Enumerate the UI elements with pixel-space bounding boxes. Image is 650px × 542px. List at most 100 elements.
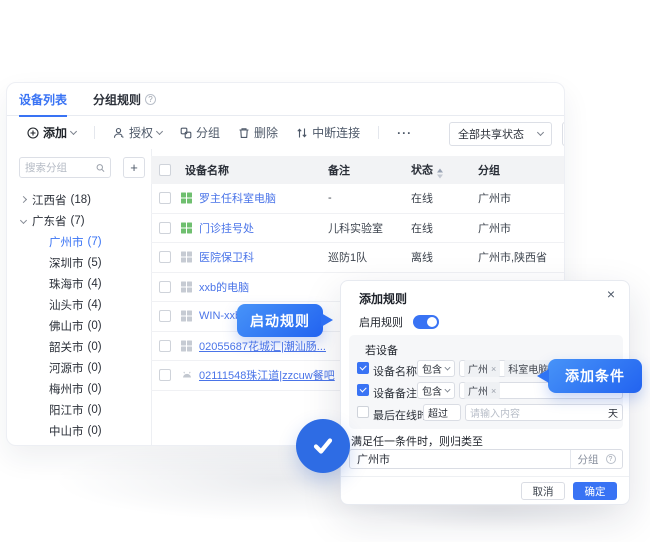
- chevron-down-icon: [70, 127, 77, 134]
- tab-group-rules[interactable]: 分组规则 ?: [93, 83, 156, 116]
- android-icon: [181, 370, 193, 380]
- confirm-button[interactable]: 确定: [573, 482, 617, 500]
- device-name-link[interactable]: 02111548珠江道|zzcuw餐吧: [199, 367, 335, 383]
- callout-tail-left: [537, 369, 549, 383]
- days-suffix: 天: [608, 405, 618, 420]
- tree-node-heyuan[interactable]: 河源市(0): [7, 357, 151, 378]
- tree-node-shaoguan[interactable]: 韶关市(0): [7, 336, 151, 357]
- target-group-field: 分组 ?: [349, 449, 623, 469]
- input-placeholder: 请输入内容: [470, 405, 520, 420]
- group-text: 广州市: [478, 190, 511, 206]
- group-button[interactable]: 分组: [180, 124, 220, 141]
- col-note: 备注: [328, 162, 350, 178]
- device-name-link[interactable]: xxb的电脑: [199, 279, 249, 295]
- device-name-link[interactable]: 门诊挂号处: [199, 220, 254, 236]
- status-text: 离线: [411, 249, 433, 265]
- row-checkbox[interactable]: [159, 369, 171, 381]
- windows-icon: [181, 222, 192, 233]
- add-condition-callout: 添加条件: [548, 359, 642, 393]
- tag: 广州×: [464, 360, 500, 377]
- tree-node-foshan[interactable]: 佛山市(0): [7, 315, 151, 336]
- start-rule-callout: 启动规则: [237, 304, 323, 337]
- windows-icon: [181, 311, 192, 322]
- tree-node-shantou[interactable]: 汕头市(4): [7, 294, 151, 315]
- remove-tag-icon[interactable]: ×: [491, 386, 496, 396]
- device-name-link[interactable]: 02055687花城汇|潮汕肠...: [199, 338, 326, 354]
- tree-node-yangjiang[interactable]: 阳江市(0): [7, 399, 151, 420]
- target-group-input[interactable]: [350, 453, 570, 465]
- device-note: -: [328, 192, 332, 204]
- toolbar-divider: [378, 126, 379, 139]
- tab-device-list[interactable]: 设备列表: [19, 83, 67, 116]
- page: 设备列表 分组规则 ? 添加 授权 分组 删除: [0, 0, 650, 542]
- table-row[interactable]: 医院保卫科 巡防1队 离线 广州市,陕西省: [151, 243, 565, 273]
- row-checkbox[interactable]: [159, 310, 171, 322]
- enable-rule-toggle[interactable]: [413, 315, 439, 329]
- col-status[interactable]: 状态: [411, 162, 443, 179]
- table-row[interactable]: 罗主任科室电脑 - 在线 广州市: [151, 184, 565, 214]
- chevron-right-icon: [20, 196, 27, 203]
- windows-icon: [181, 281, 192, 292]
- row-checkbox[interactable]: [159, 281, 171, 293]
- condition-last-online: 最后在线时间 超过 请输入内容 天: [349, 404, 623, 421]
- group-search[interactable]: [19, 157, 111, 178]
- tab-bar: 设备列表 分组规则 ?: [7, 83, 564, 116]
- close-icon[interactable]: ×: [607, 286, 615, 302]
- device-name-link[interactable]: 罗主任科室电脑: [199, 190, 276, 206]
- device-name-link[interactable]: WIN-xxb: [199, 310, 241, 322]
- windows-icon: [181, 252, 192, 263]
- more-button[interactable]: ···: [397, 126, 412, 140]
- classify-label: 满足任一条件时，则归类至: [351, 433, 483, 449]
- windows-icon: [181, 193, 192, 204]
- operator-select[interactable]: 包含: [417, 382, 455, 399]
- trash-icon: [238, 127, 250, 139]
- authorize-button[interactable]: 授权: [113, 124, 162, 141]
- device-note: 儿科实验室: [328, 220, 383, 236]
- device-name-link[interactable]: 医院保卫科: [199, 249, 254, 265]
- days-input[interactable]: 请输入内容 天: [465, 404, 623, 421]
- row-checkbox[interactable]: [159, 222, 171, 234]
- check-icon: [310, 433, 336, 459]
- chevron-down-icon: [444, 364, 450, 370]
- checked-checkbox[interactable]: [357, 384, 369, 396]
- remove-tag-icon[interactable]: ×: [491, 364, 496, 374]
- col-device-name: 设备名称: [185, 162, 229, 178]
- tree-node-guangzhou[interactable]: 广州市(7): [7, 231, 151, 252]
- operator-select[interactable]: 超过: [423, 404, 461, 421]
- operator-select[interactable]: 包含: [417, 360, 455, 377]
- add-group-button[interactable]: +: [123, 157, 145, 178]
- search-input[interactable]: [25, 162, 93, 174]
- plus-circle-icon: [27, 127, 39, 139]
- tree-node-meizhou[interactable]: 梅州市(0): [7, 378, 151, 399]
- check-badge: [296, 419, 350, 473]
- disconnect-arrows-icon: [296, 127, 308, 139]
- tag: 广州×: [464, 382, 500, 399]
- select-all-checkbox[interactable]: [159, 164, 171, 176]
- second-filter[interactable]: 全部: [562, 122, 565, 146]
- tree-node-shenzhen[interactable]: 深圳市(5): [7, 252, 151, 273]
- disconnect-button[interactable]: 中断连接: [296, 124, 360, 141]
- checked-checkbox[interactable]: [357, 362, 369, 374]
- tree-node-guangdong[interactable]: 广东省(7): [7, 210, 151, 231]
- share-status-filter[interactable]: 全部共享状态: [449, 122, 552, 146]
- modal-title: 添加规则: [359, 290, 407, 307]
- condition-label: 设备名称: [373, 363, 417, 379]
- help-icon[interactable]: ?: [145, 94, 156, 105]
- add-button[interactable]: 添加: [27, 124, 76, 141]
- row-checkbox[interactable]: [159, 251, 171, 263]
- delete-button[interactable]: 删除: [238, 124, 278, 141]
- chevron-down-icon: [156, 127, 163, 134]
- toolbar-divider: [94, 126, 95, 139]
- sort-icon[interactable]: [437, 169, 443, 179]
- group-addon[interactable]: 分组 ?: [570, 450, 622, 468]
- group-icon: [180, 127, 192, 139]
- tree-node-zhongshan[interactable]: 中山市(0): [7, 420, 151, 441]
- enable-rule-label: 启用规则: [359, 314, 403, 330]
- tree-node-jiangxi[interactable]: 江西省(18): [7, 189, 151, 210]
- row-checkbox[interactable]: [159, 192, 171, 204]
- tree-node-zhuhai[interactable]: 珠海市(4): [7, 273, 151, 294]
- cancel-button[interactable]: 取消: [521, 482, 565, 500]
- row-checkbox[interactable]: [159, 340, 171, 352]
- table-row[interactable]: 门诊挂号处 儿科实验室 在线 广州市: [151, 214, 565, 244]
- unchecked-checkbox[interactable]: [357, 406, 369, 418]
